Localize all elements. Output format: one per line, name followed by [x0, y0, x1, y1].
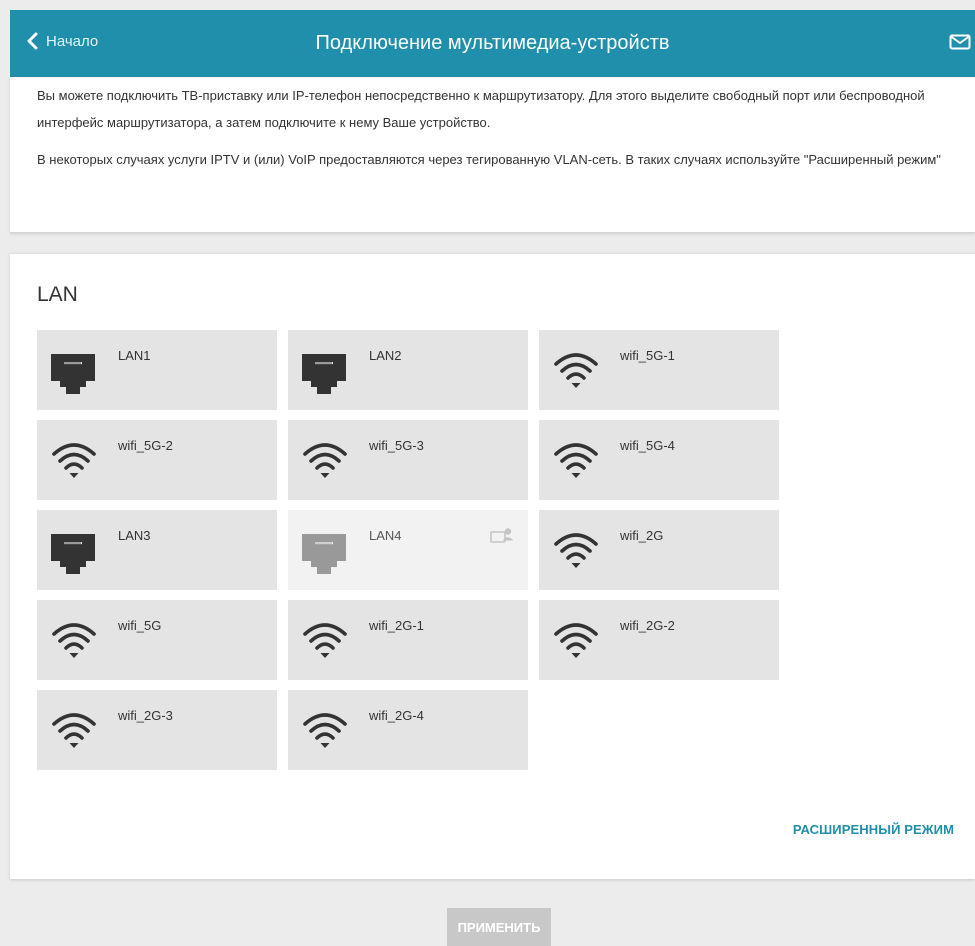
port-tile-lan4: LAN4 — [288, 510, 528, 590]
port-tile-wifi_2g-1[interactable]: wifi_2G-1 — [288, 600, 528, 680]
wifi-icon — [302, 711, 348, 756]
wifi-icon — [553, 441, 599, 486]
port-label: LAN4 — [369, 528, 402, 543]
ethernet-port-icon — [51, 534, 95, 579]
apply-button[interactable]: ПРИМЕНИТЬ — [447, 908, 551, 946]
info-text-1: Вы можете подключить ТВ-приставку или IP… — [37, 88, 925, 130]
port-tile-wifi_5g-4[interactable]: wifi_5G-4 — [539, 420, 779, 500]
port-tile-wifi_5g-2[interactable]: wifi_5G-2 — [37, 420, 277, 500]
wifi-icon — [51, 621, 97, 666]
lan-section: LAN LAN1 LAN2 wifi_5G-1 wifi_5G-2 wifi_5G-3 w… — [10, 253, 975, 879]
wifi-icon — [51, 711, 97, 756]
port-tile-wifi_5g[interactable]: wifi_5G — [37, 600, 277, 680]
port-label: wifi_5G-4 — [620, 438, 675, 453]
wifi-icon — [553, 621, 599, 666]
connected-device-icon — [490, 527, 514, 548]
wifi-icon — [553, 351, 599, 396]
advanced-mode-link[interactable]: РАСШИРЕННЫЙ РЕЖИМ — [793, 822, 954, 837]
wifi-icon — [302, 621, 348, 666]
port-tile-wifi_2g[interactable]: wifi_2G — [539, 510, 779, 590]
page: Начало Подключение мультимедиа-устройств… — [0, 0, 975, 946]
port-label: wifi_5G-3 — [369, 438, 424, 453]
port-tile-lan1[interactable]: LAN1 — [37, 330, 277, 410]
port-label: LAN2 — [369, 348, 402, 363]
port-tile-wifi_2g-3[interactable]: wifi_2G-3 — [37, 690, 277, 770]
ethernet-port-icon — [51, 354, 95, 399]
port-label: wifi_2G-4 — [369, 708, 424, 723]
wifi-icon — [302, 441, 348, 486]
port-label: wifi_2G-1 — [369, 618, 424, 633]
wifi-icon — [553, 531, 599, 576]
ethernet-port-icon — [302, 534, 346, 579]
port-tile-wifi_5g-1[interactable]: wifi_5G-1 — [539, 330, 779, 410]
lan-title: LAN — [37, 283, 78, 306]
page-header: Начало Подключение мультимедиа-устройств — [10, 10, 975, 77]
port-label: wifi_2G — [620, 528, 664, 543]
port-tile-wifi_2g-2[interactable]: wifi_2G-2 — [539, 600, 779, 680]
port-tile-wifi_5g-3[interactable]: wifi_5G-3 — [288, 420, 528, 500]
mail-icon — [949, 34, 971, 50]
wifi-icon — [51, 441, 97, 486]
port-tile-lan3[interactable]: LAN3 — [37, 510, 277, 590]
port-label: wifi_2G-3 — [118, 708, 173, 723]
port-label: wifi_5G-1 — [620, 348, 675, 363]
port-tile-wifi_2g-4[interactable]: wifi_2G-4 — [288, 690, 528, 770]
port-label: wifi_5G-2 — [118, 438, 173, 453]
port-grid: LAN1 LAN2 wifi_5G-1 wifi_5G-2 wifi_5G-3 wifi_… — [37, 330, 779, 772]
page-title: Подключение мультимедиа-устройств — [315, 32, 670, 54]
port-tile-lan2[interactable]: LAN2 — [288, 330, 528, 410]
port-label: wifi_2G-2 — [620, 618, 675, 633]
info-text-2: В некоторых случаях услуги IPTV и (или) … — [37, 152, 941, 167]
port-label: wifi_5G — [118, 618, 162, 633]
port-label: LAN3 — [118, 528, 151, 543]
mail-button[interactable] — [949, 34, 971, 55]
ethernet-port-icon — [302, 354, 346, 399]
port-label: LAN1 — [118, 348, 151, 363]
info-card: Вы можете подключить ТВ-приставку или IP… — [10, 77, 975, 233]
